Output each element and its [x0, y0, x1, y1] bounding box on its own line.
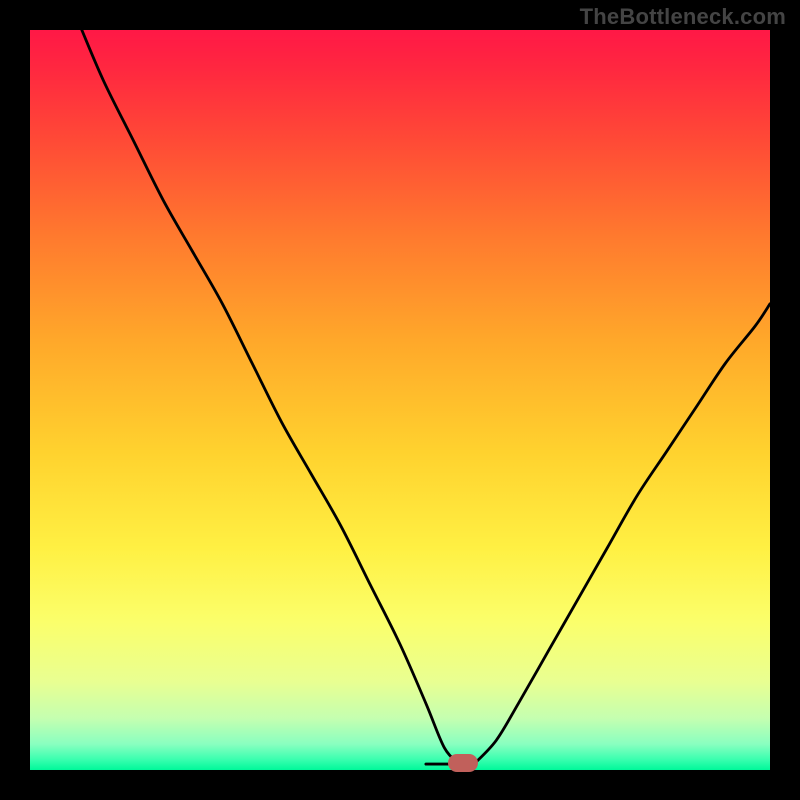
chart-stage: TheBottleneck.com — [0, 0, 800, 800]
bottleneck-marker — [448, 754, 478, 772]
bottleneck-plot — [30, 30, 770, 770]
watermark-text: TheBottleneck.com — [580, 4, 786, 30]
heat-background — [30, 30, 770, 770]
